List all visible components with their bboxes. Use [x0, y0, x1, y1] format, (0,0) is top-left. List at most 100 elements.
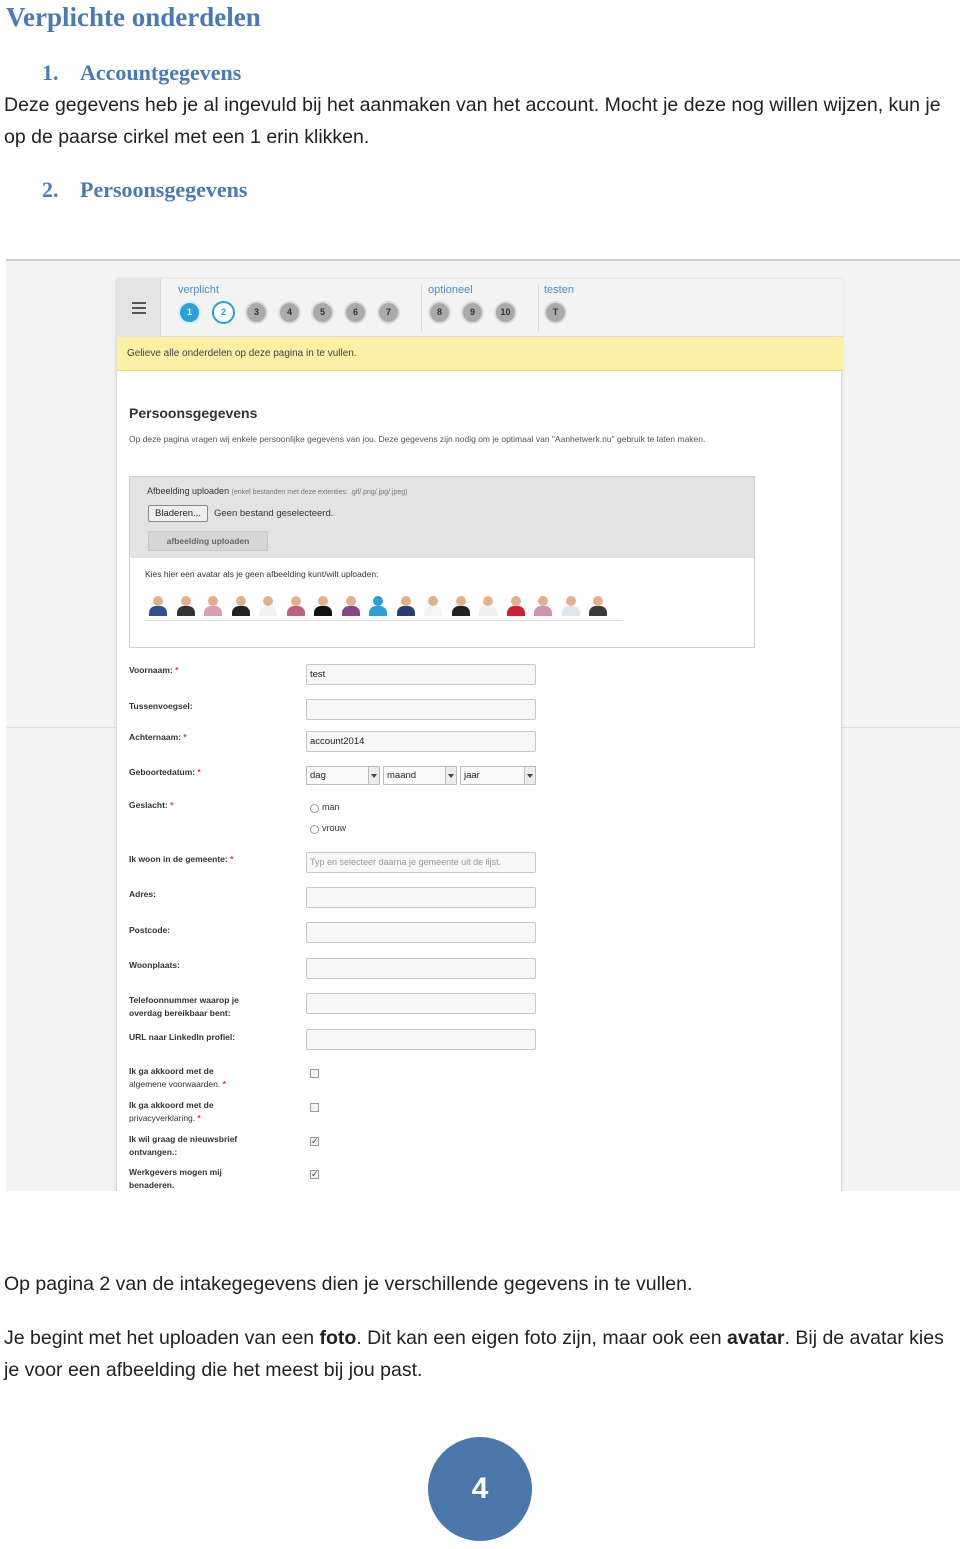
- voorwaarden-link[interactable]: algemene voorwaarden.: [129, 1079, 220, 1089]
- avatar-option[interactable]: [367, 594, 389, 616]
- label-achternaam: Achternaam: *: [129, 732, 187, 742]
- section-number: 2.: [42, 177, 59, 202]
- section-title: Persoonsgegevens: [80, 177, 248, 202]
- menu-icon[interactable]: [117, 279, 161, 337]
- avatar-head: [565, 596, 576, 606]
- label-woonplaats: Woonplaats:: [129, 960, 180, 970]
- label-voornaam: Voornaam: *: [129, 665, 179, 675]
- avatar-option[interactable]: [340, 594, 362, 616]
- step-10[interactable]: 10: [494, 301, 517, 324]
- gender-radio-man[interactable]: [310, 804, 319, 813]
- avatar-option[interactable]: [285, 594, 307, 616]
- gender-label-man: man: [322, 802, 340, 812]
- browse-button[interactable]: Bladeren...: [148, 505, 208, 522]
- avatar-option[interactable]: [587, 594, 609, 616]
- adres-input[interactable]: [306, 887, 536, 908]
- tussenvoegsel-input[interactable]: [306, 699, 536, 720]
- postcode-input[interactable]: [306, 922, 536, 943]
- avatar-body: [506, 606, 525, 616]
- avatar-body: [176, 606, 195, 616]
- avatar-option[interactable]: [202, 594, 224, 616]
- upload-label: Afbeelding uploaden (enkel bestanden met…: [147, 486, 407, 496]
- avatar-body: [314, 606, 332, 616]
- section-number: 1.: [42, 60, 59, 85]
- avatar-list: [147, 594, 609, 617]
- step-3[interactable]: 3: [245, 301, 268, 324]
- step-test[interactable]: T: [544, 301, 567, 324]
- section-heading-accountgegevens: 1. Accountgegevens: [42, 60, 241, 86]
- avatar-body: [231, 606, 250, 616]
- label-nieuwsbrief: Ik wil graag de nieuwsbrief ontvangen.:: [129, 1134, 238, 1157]
- photo-upload-box: Afbeelding uploaden (enkel bestanden met…: [129, 476, 755, 648]
- avatar-option[interactable]: [147, 594, 169, 616]
- achternaam-input[interactable]: account2014: [306, 731, 536, 752]
- section1-paragraph: Deze gegevens heb je al ingevuld bij het…: [4, 94, 941, 148]
- avatar-label: Kies hier een avatar als je geen afbeeld…: [145, 569, 379, 579]
- linkedin-input[interactable]: [306, 1029, 536, 1050]
- avatar-option[interactable]: [450, 594, 472, 616]
- avatar-body: [479, 606, 497, 616]
- avatar-option[interactable]: [560, 594, 582, 616]
- avatar-head: [208, 596, 218, 606]
- avatar-option[interactable]: [175, 594, 197, 616]
- avatar-option[interactable]: [257, 594, 279, 616]
- birth-year-select[interactable]: jaar: [460, 766, 536, 785]
- intro-paragraph: Op pagina 2 van de intakegegevens dien j…: [4, 1273, 693, 1295]
- step-9[interactable]: 9: [461, 301, 484, 324]
- avatar-body: [286, 606, 305, 616]
- gender-radio-vrouw[interactable]: [310, 825, 319, 834]
- avatar-body: [369, 606, 387, 616]
- telefoon-input[interactable]: [306, 993, 536, 1014]
- avatar-head: [290, 596, 301, 606]
- avatar-body: [396, 606, 415, 616]
- avatar-head: [400, 596, 411, 606]
- avatar-option[interactable]: [505, 594, 527, 616]
- label-gemeente: Ik woon in de gemeente: *: [129, 854, 234, 864]
- avatar-body: [589, 606, 607, 616]
- avatar-head: [428, 596, 438, 606]
- birth-day-select[interactable]: dag: [306, 766, 380, 785]
- step-1[interactable]: 1: [178, 301, 201, 324]
- avatar-option[interactable]: [230, 594, 252, 616]
- step-8[interactable]: 8: [428, 301, 451, 324]
- avatar-head: [373, 596, 383, 606]
- step-2[interactable]: 2: [212, 301, 235, 324]
- voorwaarden-checkbox[interactable]: [310, 1069, 319, 1078]
- no-file-text: Geen bestand geselecteerd.: [214, 508, 334, 519]
- avatar-body: [149, 606, 167, 616]
- avatar-option[interactable]: [395, 594, 417, 616]
- avatar-option[interactable]: [422, 594, 444, 616]
- avatar-body: [204, 606, 222, 616]
- gemeente-input[interactable]: Typ en selecteer daarna je gemeente uit …: [306, 852, 536, 873]
- werkgevers-checkbox[interactable]: ✓: [310, 1170, 319, 1179]
- label-postcode: Postcode:: [129, 925, 171, 935]
- step-4[interactable]: 4: [278, 301, 301, 324]
- avatar-option[interactable]: [312, 594, 334, 616]
- upload-image-button[interactable]: afbeelding uploaden: [148, 531, 268, 551]
- chevron-down-icon: [524, 767, 535, 784]
- step-5[interactable]: 5: [311, 301, 334, 324]
- avatar-body: [424, 606, 442, 616]
- form-section-title: Persoonsgegevens: [129, 405, 258, 421]
- chevron-down-icon: [445, 767, 456, 784]
- step-6[interactable]: 6: [344, 301, 367, 324]
- gender-label-vrouw: vrouw: [322, 823, 347, 833]
- nieuwsbrief-checkbox[interactable]: ✓: [310, 1137, 319, 1146]
- birth-month-select[interactable]: maand: [383, 766, 457, 785]
- step-7[interactable]: 7: [377, 301, 400, 324]
- avatar-option[interactable]: [532, 594, 554, 616]
- avatar-option[interactable]: [477, 594, 499, 616]
- label-privacy: Ik ga akkoord met de privacyverklaring. *: [129, 1100, 214, 1123]
- upload-label-text: Afbeelding uploaden: [147, 486, 230, 496]
- avatar-head: [235, 596, 246, 606]
- avatar-head: [263, 596, 273, 606]
- avatar-head: [153, 596, 163, 606]
- avatar-head: [510, 596, 521, 606]
- label-telefoon: Telefoonnummer waarop je overdag bereikba…: [129, 995, 239, 1018]
- woonplaats-input[interactable]: [306, 958, 536, 979]
- privacy-checkbox[interactable]: [310, 1103, 319, 1112]
- privacy-link[interactable]: privacyverklaring.: [129, 1113, 195, 1123]
- avatar-body: [341, 606, 360, 616]
- voornaam-input[interactable]: test: [306, 664, 536, 685]
- label-geboortedatum: Geboortedatum: *: [129, 767, 201, 777]
